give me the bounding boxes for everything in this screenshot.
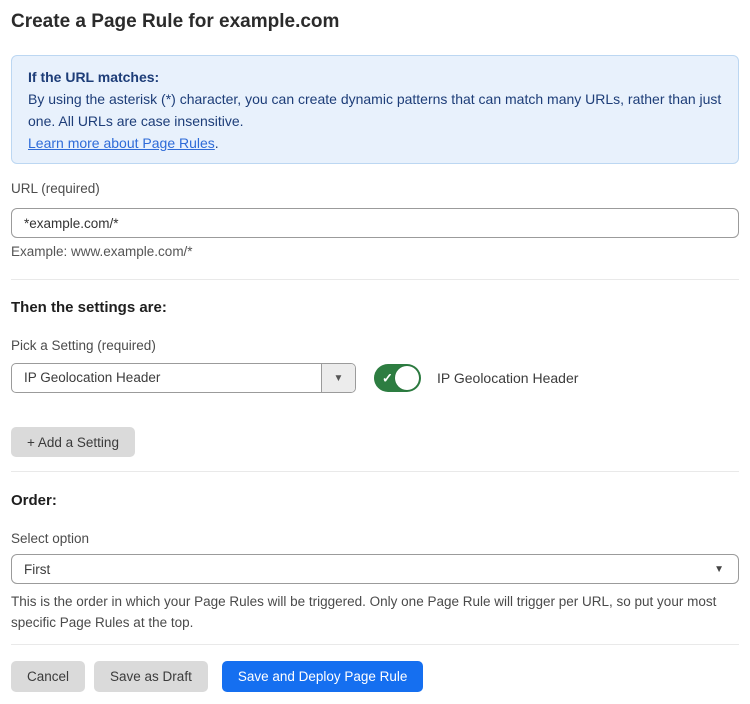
divider — [11, 471, 739, 472]
order-select-label: Select option — [11, 531, 739, 547]
divider — [11, 644, 739, 645]
page-title: Create a Page Rule for example.com — [11, 10, 739, 33]
pick-setting-label: Pick a Setting (required) — [11, 338, 739, 354]
url-field-label: URL (required) — [11, 181, 739, 197]
chevron-down-icon: ▼ — [334, 373, 344, 384]
setting-select-arrow-button[interactable]: ▼ — [321, 364, 355, 392]
save-and-deploy-button[interactable]: Save and Deploy Page Rule — [222, 661, 424, 692]
divider — [11, 279, 739, 280]
url-helper-text: Example: www.example.com/* — [11, 244, 739, 260]
order-section-heading: Order: — [11, 492, 739, 510]
info-link-line: Learn more about Page Rules. — [28, 132, 722, 154]
save-as-draft-button[interactable]: Save as Draft — [94, 661, 208, 692]
learn-more-link[interactable]: Learn more about Page Rules — [28, 135, 215, 151]
footer-actions: Cancel Save as Draft Save and Deploy Pag… — [11, 661, 739, 692]
ip-geolocation-toggle[interactable]: ✓ — [374, 364, 421, 392]
order-select[interactable]: First ▼ — [11, 554, 739, 584]
setting-select[interactable]: IP Geolocation Header ▼ — [11, 363, 356, 393]
chevron-down-icon: ▼ — [714, 564, 738, 575]
setting-select-value: IP Geolocation Header — [12, 364, 321, 392]
toggle-label: IP Geolocation Header — [437, 370, 578, 386]
toggle-knob — [395, 366, 419, 390]
create-page-rule-form: Create a Page Rule for example.com If th… — [0, 0, 750, 704]
order-helper-text: This is the order in which your Page Rul… — [11, 591, 731, 633]
add-setting-button[interactable]: + Add a Setting — [11, 427, 135, 457]
info-box-heading: If the URL matches: — [28, 66, 722, 88]
url-match-info-box: If the URL matches: By using the asteris… — [11, 55, 739, 164]
setting-row: IP Geolocation Header ▼ ✓ IP Geolocation… — [11, 363, 739, 393]
info-box-body: By using the asterisk (*) character, you… — [28, 88, 722, 132]
cancel-button[interactable]: Cancel — [11, 661, 85, 692]
order-select-value: First — [12, 562, 714, 577]
settings-section-heading: Then the settings are: — [11, 299, 739, 317]
url-input[interactable] — [11, 208, 739, 238]
info-link-suffix: . — [215, 135, 219, 151]
check-icon: ✓ — [382, 372, 393, 385]
